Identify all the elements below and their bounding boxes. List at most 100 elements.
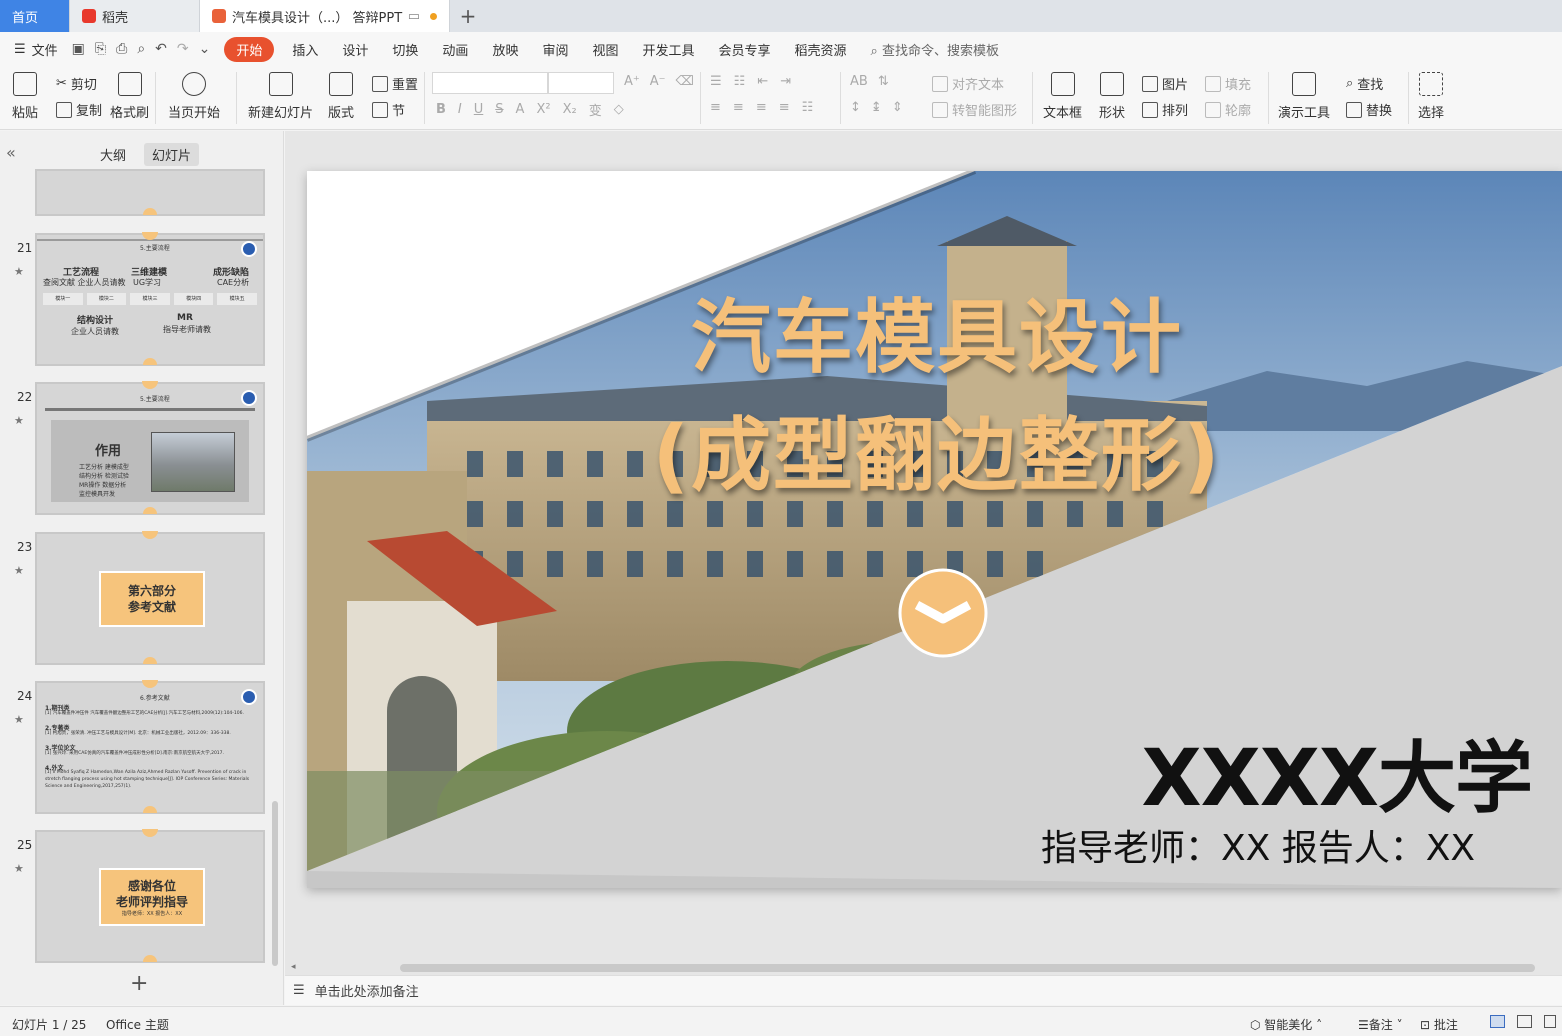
highlight-icon[interactable]: ◇: [614, 102, 624, 117]
paste-button[interactable]: 粘贴: [12, 72, 38, 121]
monitor-icon[interactable]: ▭: [408, 9, 420, 24]
align-right-icon[interactable]: ≡: [756, 100, 767, 115]
shrink-font-icon[interactable]: A⁻: [650, 74, 666, 89]
numbered-list-icon[interactable]: ☷: [734, 74, 746, 89]
align-text-button[interactable]: 对齐文本: [932, 74, 1004, 93]
current-slide[interactable]: 汽车模具设计 (成型翻边整形) XXXX大学 指导老师：XX 报告人：XX: [307, 171, 1562, 888]
increase-indent-icon[interactable]: ⇥: [780, 74, 791, 89]
picture-button[interactable]: 图片: [1142, 74, 1188, 93]
save-icon[interactable]: ▣: [72, 41, 85, 57]
tab-outline[interactable]: 大纲: [92, 143, 134, 166]
font-name-select[interactable]: [432, 72, 548, 94]
print-icon[interactable]: ⎙: [116, 41, 127, 57]
eraser-icon[interactable]: ⌫: [676, 74, 694, 89]
copy-button[interactable]: 复制: [56, 100, 102, 119]
menu-item-review[interactable]: 审阅: [542, 40, 568, 59]
preview-icon[interactable]: ⌕: [137, 41, 145, 57]
cut-button[interactable]: ✂ 剪切: [56, 74, 97, 93]
text-box-icon[interactable]: AB: [850, 74, 868, 89]
bold-icon[interactable]: B: [436, 102, 446, 117]
font-size-select[interactable]: [548, 72, 614, 94]
play-from-current-button[interactable]: 当页开始: [168, 72, 220, 121]
menu-item-transition[interactable]: 切换: [392, 40, 418, 59]
command-search[interactable]: ⌕ 查找命令、搜索模板: [871, 40, 999, 59]
scroll-left-arrow-icon[interactable]: ◂: [291, 962, 296, 972]
sort-icon[interactable]: ⇅: [878, 74, 889, 89]
select-button[interactable]: 选择: [1418, 72, 1444, 121]
slide-thumbnail-25[interactable]: 感谢各位 老师评判指导 指导老师：XX 报告人：XX: [35, 829, 265, 963]
scrollbar-thumb[interactable]: [400, 964, 1535, 972]
subscript-icon[interactable]: X₂: [563, 102, 577, 117]
add-slide-button[interactable]: +: [130, 971, 148, 996]
redo-icon[interactable]: ↷: [177, 41, 189, 57]
smart-shape-button[interactable]: 转智能图形: [932, 100, 1017, 119]
align-center-icon[interactable]: ≡: [733, 100, 744, 115]
section-button[interactable]: 节: [372, 100, 405, 119]
decrease-indent-icon[interactable]: ⇤: [757, 74, 768, 89]
superscript-icon[interactable]: X²: [536, 102, 550, 117]
slide-thumbnail-20[interactable]: [35, 169, 265, 216]
paragraph-spacing-icon[interactable]: ↨: [871, 100, 882, 115]
tab-home[interactable]: 首页: [0, 0, 70, 32]
customize-icon[interactable]: ⌄: [199, 41, 211, 57]
find-button[interactable]: ⌕ 查找: [1346, 74, 1383, 93]
menu-item-slideshow[interactable]: 放映: [492, 40, 518, 59]
university-name[interactable]: XXXX大学: [1141, 716, 1533, 828]
notes-bar[interactable]: ☰ 单击此处添加备注: [285, 975, 1562, 1005]
align-left-icon[interactable]: ≡: [710, 100, 721, 115]
slide-thumbnail-24[interactable]: 6.参考文献 1.期刊类 [1] 汽车覆盖件冲压件 汽车覆盖件翻边整形工艺的CA…: [35, 680, 265, 814]
beautify-button[interactable]: ⬡ 智能美化 ˄: [1250, 1016, 1322, 1033]
reading-view-icon[interactable]: [1544, 1015, 1556, 1028]
new-tab-button[interactable]: +: [450, 0, 486, 32]
phonetic-icon[interactable]: 变: [589, 100, 602, 119]
menu-item-design[interactable]: 设计: [342, 40, 368, 59]
menu-item-view[interactable]: 视图: [592, 40, 618, 59]
menu-item-member[interactable]: 会员专享: [719, 40, 771, 59]
distribute-icon[interactable]: ☷: [802, 100, 814, 115]
shape-button[interactable]: 形状: [1099, 72, 1125, 121]
slide-thumbnail-23[interactable]: 第六部分 参考文献: [35, 531, 265, 665]
undo-icon[interactable]: ↶: [155, 41, 167, 57]
panel-scrollbar[interactable]: [272, 801, 278, 966]
justify-icon[interactable]: ≡: [779, 100, 790, 115]
grid-view-icon[interactable]: [1517, 1015, 1532, 1028]
advisor-presenter-text[interactable]: 指导老师：XX 报告人：XX: [1041, 819, 1475, 871]
grow-font-icon[interactable]: A⁺: [624, 74, 640, 89]
file-menu[interactable]: ☰ 文件: [14, 40, 58, 59]
slide-thumbnail-22[interactable]: 5.主要流程 作用 工艺分析 建模成型 结构分析 检测试验 MR操作 数据分析 …: [35, 381, 265, 515]
notes-toggle[interactable]: ☰备注 ˅: [1358, 1016, 1403, 1033]
present-tools-button[interactable]: 演示工具: [1278, 72, 1330, 121]
line-spacing-icon[interactable]: ↕: [850, 100, 861, 115]
format-painter-button[interactable]: 格式刷: [110, 72, 149, 121]
strikethrough-icon[interactable]: S: [495, 102, 503, 117]
arrange-button[interactable]: 排列: [1142, 100, 1188, 119]
tab-document[interactable]: 汽车模具设计（...） 答辩PPT ▭: [200, 0, 450, 32]
menu-item-animation[interactable]: 动画: [442, 40, 468, 59]
new-slide-button[interactable]: 新建幻灯片: [248, 72, 313, 121]
slide-thumbnail-21[interactable]: 5.主要流程 工艺流程 查阅文献 企业人员请教 三维建模 UG学习 成形缺陷 C…: [35, 232, 265, 366]
collapse-panel-icon[interactable]: «: [6, 143, 16, 162]
outline-button[interactable]: 轮廓: [1205, 100, 1251, 119]
fill-button[interactable]: 填充: [1205, 74, 1251, 93]
slide-title[interactable]: 汽车模具设计 (成型翻边整形): [607, 279, 1267, 515]
para-spacing-icon[interactable]: ⇕: [892, 100, 903, 115]
replace-button[interactable]: 替换: [1346, 100, 1392, 119]
menu-item-daoke-resources[interactable]: 稻壳资源: [795, 40, 847, 59]
italic-icon[interactable]: I: [458, 102, 462, 117]
menu-item-start[interactable]: 开始: [224, 36, 275, 62]
normal-view-icon[interactable]: [1490, 1015, 1505, 1028]
textbox-button[interactable]: 文本框: [1043, 72, 1082, 121]
menu-item-developer[interactable]: 开发工具: [642, 40, 694, 59]
horizontal-scrollbar[interactable]: ◂: [285, 961, 1562, 975]
notes-placeholder[interactable]: 单击此处添加备注: [315, 981, 419, 1000]
bullet-list-icon[interactable]: ☰: [710, 74, 722, 89]
menu-item-insert[interactable]: 插入: [292, 40, 318, 59]
font-color-icon[interactable]: A: [516, 102, 525, 117]
export-icon[interactable]: ⎘: [95, 41, 106, 57]
theme-name[interactable]: Office 主题: [106, 1016, 169, 1033]
comments-toggle[interactable]: ⊡ 批注: [1420, 1016, 1458, 1033]
tab-slides[interactable]: 幻灯片: [144, 143, 200, 166]
reset-button[interactable]: 重置: [372, 74, 418, 93]
tab-daoke[interactable]: 稻壳: [70, 0, 200, 32]
underline-icon[interactable]: U: [474, 102, 484, 117]
